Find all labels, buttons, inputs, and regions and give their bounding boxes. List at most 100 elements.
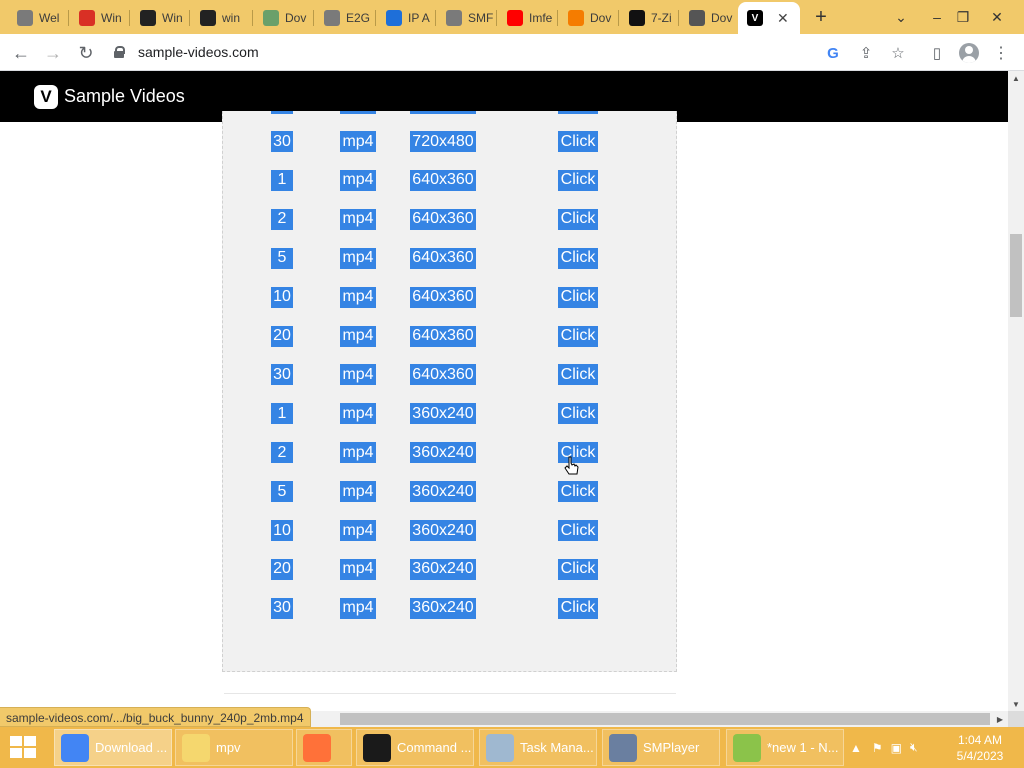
chrome-icon (61, 733, 89, 762)
tab-item[interactable]: Dov (680, 4, 736, 32)
tab-separator (435, 10, 436, 26)
menu-icon[interactable]: ⋮ (990, 42, 1012, 64)
taskbar-item[interactable]: Command ... (356, 729, 474, 766)
download-link[interactable]: Click (558, 208, 598, 230)
download-link[interactable]: Click (558, 558, 598, 580)
google-icon[interactable]: G (822, 42, 844, 64)
resolution-cell: 360x240 (410, 403, 476, 425)
taskbar-item[interactable]: mpv (175, 729, 293, 766)
download-icon (689, 10, 705, 26)
avatar (959, 43, 979, 63)
tab-close-icon[interactable]: ✕ (777, 10, 789, 27)
download-link[interactable]: Click (558, 520, 598, 541)
tab-sample-videos[interactable]: V ✕ (738, 2, 800, 34)
taskbar-item-label: Command ... (397, 740, 472, 755)
mouse-pointer-icon (564, 456, 579, 475)
tab-separator (189, 10, 190, 26)
taskbar-item[interactable]: Download ... (54, 729, 172, 766)
volume-muted-icon[interactable]: 🔇︎ (910, 740, 918, 755)
tab-item[interactable]: IP A (377, 4, 433, 32)
taskbar-item[interactable]: Task Mana... (479, 729, 597, 766)
7zip-icon (629, 10, 645, 26)
restore-button[interactable]: ❐ (946, 0, 980, 34)
profile-button[interactable] (958, 42, 980, 64)
download-link[interactable]: Click (558, 286, 598, 308)
tab-separator (375, 10, 376, 26)
row-fragment (271, 111, 293, 114)
tab-item[interactable]: win (191, 4, 247, 32)
tab-label: SMF (468, 11, 493, 25)
resolution-cell: 640x360 (410, 247, 476, 269)
tab-item[interactable]: Win (131, 4, 187, 32)
close-window-button[interactable]: ✕ (980, 0, 1014, 34)
download-link[interactable]: Click (558, 481, 598, 503)
taskbar-item[interactable] (296, 729, 352, 766)
bookmark-star-icon[interactable]: ☆ (887, 42, 909, 64)
size-cell: 1 (271, 403, 293, 425)
new-tab-button[interactable]: + (810, 6, 832, 28)
tab-item[interactable]: Win (70, 4, 126, 32)
size-cell: 30 (271, 131, 293, 152)
tab-item[interactable]: Dov (254, 4, 310, 32)
download-link[interactable]: Click (558, 325, 598, 347)
tab-item[interactable]: 7-Zi (620, 4, 676, 32)
task-manager-icon (486, 733, 514, 762)
status-bubble: sample-videos.com/.../big_buck_bunny_240… (0, 707, 311, 727)
side-panel-icon[interactable]: ▯ (926, 42, 948, 64)
browser-toolbar: ← → ↻ sample-videos.com G ⇪ ☆ ▯ ⋮ (0, 34, 1024, 71)
reload-button[interactable]: ↻ (73, 40, 99, 66)
globe-icon (324, 10, 340, 26)
action-center-flag-icon[interactable]: ⚑ (872, 741, 883, 755)
tab-label: Wel (39, 11, 60, 25)
tab-item[interactable]: Dov (559, 4, 615, 32)
size-cell: 2 (271, 442, 293, 464)
vertical-scroll-thumb[interactable] (1010, 234, 1022, 317)
bank-icon (200, 10, 216, 26)
size-cell: 2 (271, 208, 293, 230)
address-bar[interactable]: sample-videos.com (108, 38, 918, 66)
taskbar-item[interactable]: SMPlayer (602, 729, 720, 766)
scroll-right-arrow[interactable]: ▶ (992, 712, 1008, 726)
download-link[interactable]: Click (558, 597, 598, 619)
scroll-down-arrow[interactable]: ▼ (1008, 697, 1024, 711)
tab-separator (129, 10, 130, 26)
tab-search-icon[interactable]: ⌄ (884, 0, 918, 34)
tray-expand-icon[interactable]: ▲ (850, 741, 862, 755)
resolution-cell: 640x360 (410, 286, 476, 308)
download-link[interactable]: Click (558, 169, 598, 191)
taskbar-item[interactable]: *new 1 - N... (726, 729, 844, 766)
windows-logo-icon (10, 736, 22, 746)
site-brand[interactable]: Sample Videos (64, 86, 185, 107)
scroll-up-arrow[interactable]: ▲ (1008, 71, 1024, 85)
clock[interactable]: 1:04 AM 5/4/2023 (950, 732, 1010, 764)
start-button[interactable] (10, 736, 38, 760)
url-text[interactable]: sample-videos.com (138, 44, 259, 60)
share-icon[interactable]: ⇪ (855, 42, 877, 64)
site-logo-icon[interactable]: V (34, 84, 58, 109)
tab-item[interactable]: Wel (8, 4, 64, 32)
tab-item[interactable]: E2G (315, 4, 371, 32)
network-icon[interactable]: ▣ (891, 741, 902, 755)
diamond-icon (568, 10, 584, 26)
tab-label: Win (101, 11, 122, 25)
forward-button[interactable]: → (40, 40, 66, 66)
tab-item[interactable]: Imfe (498, 4, 554, 32)
back-button[interactable]: ← (8, 40, 34, 66)
resolution-cell: 640x360 (410, 208, 476, 230)
resolution-cell: 360x240 (410, 558, 476, 580)
download-link[interactable]: Click (558, 364, 598, 386)
tab-label: Dov (711, 11, 733, 25)
taskbar-item-label: mpv (216, 740, 241, 755)
vertical-scrollbar[interactable] (1008, 71, 1024, 711)
download-link[interactable]: Click (558, 247, 598, 269)
horizontal-scroll-thumb[interactable] (340, 713, 990, 725)
tab-label: Win (162, 11, 183, 25)
divider (224, 693, 676, 694)
lock-icon[interactable] (114, 46, 125, 58)
size-cell: 10 (271, 286, 293, 308)
resolution-cell: 640x360 (410, 325, 476, 347)
folder-icon (182, 733, 210, 762)
tab-item[interactable]: SMF (437, 4, 493, 32)
download-link[interactable]: Click (558, 131, 598, 152)
download-link[interactable]: Click (558, 403, 598, 425)
